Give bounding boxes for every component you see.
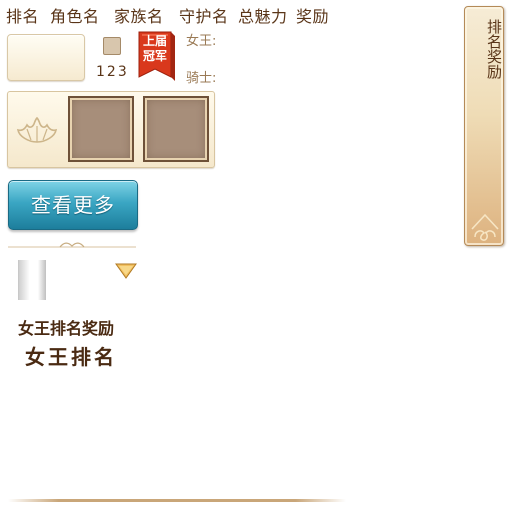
bottom-divider bbox=[8, 499, 346, 502]
side-tab-label: 排名奖励 bbox=[485, 19, 503, 79]
guard-slot-1[interactable] bbox=[68, 96, 134, 162]
chevron-down-icon[interactable] bbox=[115, 263, 137, 279]
header-guard-name: 守护名 bbox=[179, 7, 229, 26]
cloud-ornament-icon bbox=[471, 213, 499, 241]
reward-title: 女王排名奖励 bbox=[18, 319, 115, 338]
champion-badge: 上届冠军 bbox=[138, 31, 176, 83]
queen-label: 女王: bbox=[186, 34, 217, 49]
guard-slot-2[interactable] bbox=[143, 96, 209, 162]
header-rank: 排名 bbox=[6, 7, 40, 26]
dropdown-field[interactable] bbox=[18, 260, 46, 300]
rank-box bbox=[7, 34, 85, 81]
ornament-divider bbox=[8, 242, 136, 248]
knight-label: 骑士: bbox=[186, 71, 217, 86]
side-tab-rank-reward[interactable]: 排名奖励 bbox=[464, 6, 504, 246]
table-header: 排名 角色名 家族名 守护名 总魅力 奖励 bbox=[0, 3, 340, 26]
badge-text: 上届冠军 bbox=[142, 34, 167, 63]
header-role-name: 角色名 bbox=[50, 7, 100, 26]
header-family-name: 家族名 bbox=[114, 7, 164, 26]
entry-number: 123 bbox=[96, 64, 129, 80]
fan-emblem-icon bbox=[17, 116, 57, 143]
ranking-panel: 排名 角色名 家族名 守护名 总魅力 奖励 123 上届冠军 女王: 骑士: 查… bbox=[0, 0, 512, 512]
header-total-charm: 总魅力 bbox=[238, 7, 288, 26]
header-reward: 奖励 bbox=[296, 7, 330, 26]
small-square-icon bbox=[103, 37, 121, 55]
rank-title: 女王排名 bbox=[25, 345, 117, 369]
view-more-button[interactable]: 查看更多 bbox=[8, 180, 138, 230]
